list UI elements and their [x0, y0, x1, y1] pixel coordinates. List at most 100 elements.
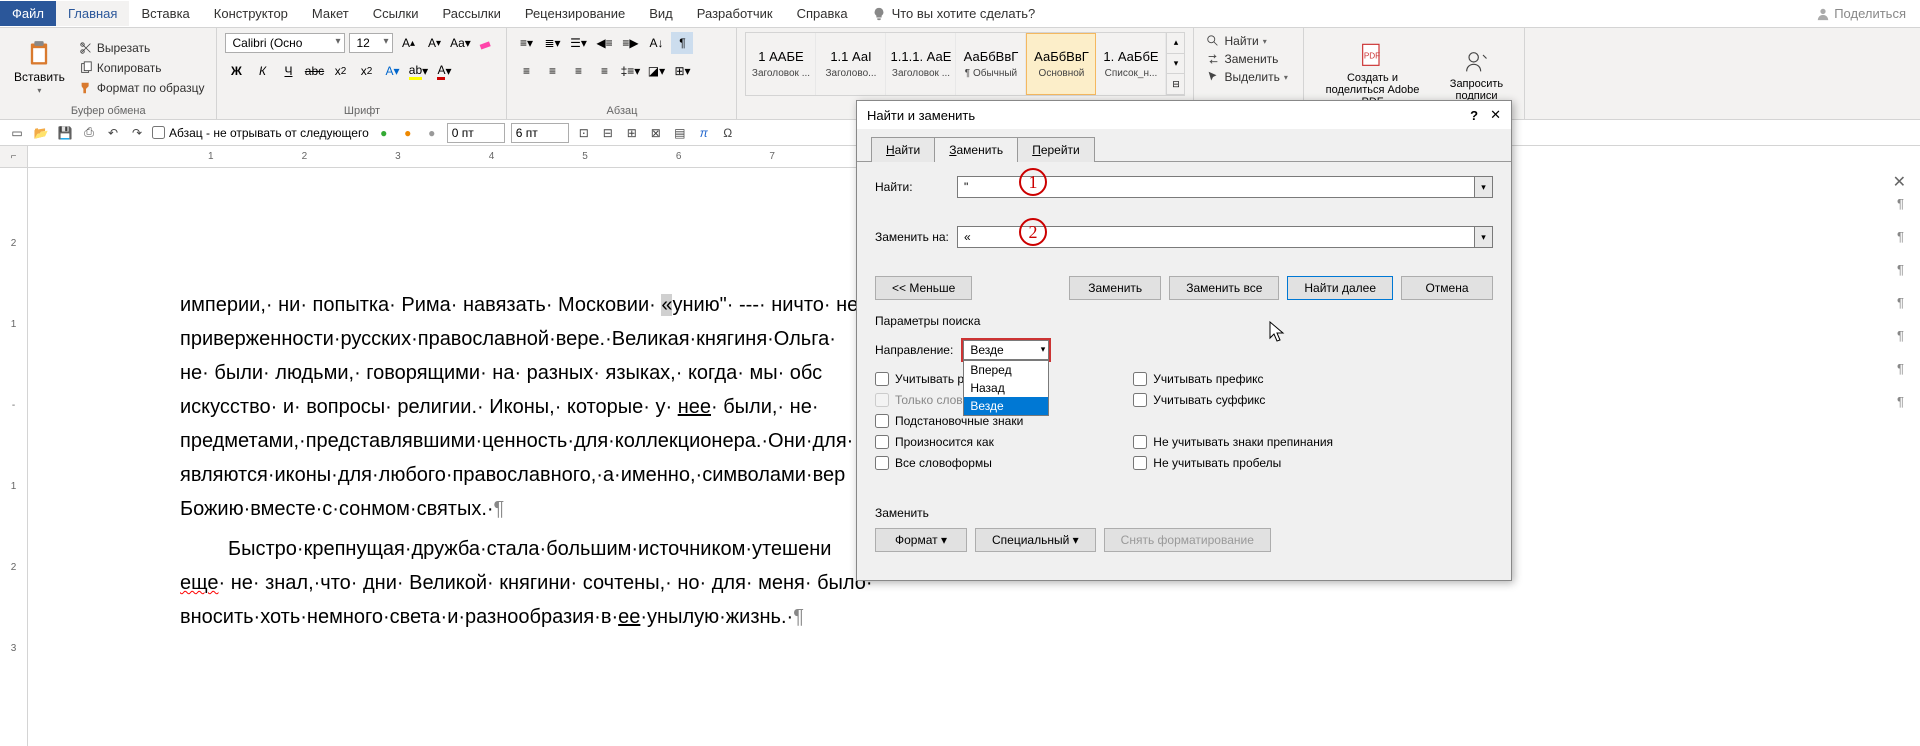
paste-button[interactable]: Вставить ▾ [8, 38, 71, 97]
find-button[interactable]: Найти▾ [1202, 32, 1295, 50]
print-icon[interactable]: ⎙ [80, 124, 98, 142]
tell-me[interactable]: Что вы хотите сделать? [860, 1, 1048, 26]
direction-option-back[interactable]: Назад [964, 379, 1048, 397]
pi-icon[interactable]: π [695, 124, 713, 142]
tab-view[interactable]: Вид [637, 1, 685, 26]
superscript-button[interactable]: x2 [355, 60, 377, 82]
style-list[interactable]: 1. АаБбЕСписок_н... [1096, 33, 1166, 95]
spacing-before-spin[interactable]: 0 пт [447, 123, 505, 143]
no-formatting-button[interactable]: Снять форматирование [1104, 528, 1271, 552]
tab-developer[interactable]: Разработчик [685, 1, 785, 26]
highlight-button[interactable]: ab▾ [407, 60, 429, 82]
style-heading2[interactable]: 1.1 АаІЗаголово... [816, 33, 886, 95]
new-doc-icon[interactable]: ▭ [8, 124, 26, 142]
direction-combo[interactable]: Везде Вперед Назад Везде [961, 338, 1051, 362]
tab-review[interactable]: Рецензирование [513, 1, 637, 26]
sort-button[interactable]: A↓ [645, 32, 667, 54]
share-button[interactable]: Поделиться [1816, 6, 1906, 21]
keep-with-next-check[interactable]: Абзац - не отрывать от следующего [152, 126, 369, 140]
justify-button[interactable]: ≡ [593, 60, 615, 82]
adobe-create-button[interactable]: PDF Создать и поделиться Adobe PDF [1312, 40, 1432, 110]
font-name-combo[interactable]: Calibri (Осно [225, 33, 345, 53]
match-prefix-check[interactable]: Учитывать префикс [1133, 372, 1333, 386]
tab-design[interactable]: Конструктор [202, 1, 300, 26]
format-painter-button[interactable]: Формат по образцу [75, 79, 209, 97]
tab-mailings[interactable]: Рассылки [430, 1, 512, 26]
increase-indent-button[interactable]: ≡▶ [619, 32, 641, 54]
misc-icon-3[interactable]: ⊞ [623, 124, 641, 142]
italic-button[interactable]: К [251, 60, 273, 82]
undo-icon[interactable]: ↶ [104, 124, 122, 142]
tab-find[interactable]: Найти [871, 137, 935, 162]
strikethrough-button[interactable]: abc [303, 60, 325, 82]
text-effects-button[interactable]: A▾ [381, 60, 403, 82]
find-input[interactable] [957, 176, 1475, 198]
tab-insert[interactable]: Вставка [129, 1, 201, 26]
select-button[interactable]: Выделить▾ [1202, 68, 1295, 86]
replace-history-button[interactable]: ▾ [1475, 226, 1493, 248]
help-icon[interactable]: ? [1470, 108, 1478, 123]
copy-button[interactable]: Копировать [75, 59, 209, 77]
circle-green-icon[interactable]: ● [375, 124, 393, 142]
redo-icon[interactable]: ↷ [128, 124, 146, 142]
save-icon[interactable]: 💾 [56, 124, 74, 142]
wildcards-check[interactable]: Подстановочные знаки [875, 414, 1023, 428]
tab-goto[interactable]: Перейти [1017, 137, 1095, 162]
adobe-sign-button[interactable]: Запросить подписи [1436, 46, 1516, 104]
word-forms-check[interactable]: Все словоформы [875, 456, 1023, 470]
tab-home[interactable]: Главная [56, 1, 129, 26]
style-heading3[interactable]: 1.1.1. АаЕЗаголовок ... [886, 33, 956, 95]
sounds-like-check[interactable]: Произносится как [875, 435, 1023, 449]
font-color-button[interactable]: A▾ [433, 60, 455, 82]
ignore-punct-check[interactable]: Не учитывать знаки препинания [1133, 435, 1333, 449]
borders-button[interactable]: ⊞▾ [671, 60, 693, 82]
underline-button[interactable]: Ч [277, 60, 299, 82]
circle-orange-icon[interactable]: ● [399, 124, 417, 142]
style-body[interactable]: АаБбВвГОсновной [1026, 33, 1096, 95]
grow-font-button[interactable]: A▴ [397, 32, 419, 54]
format-button[interactable]: Формат ▾ [875, 528, 967, 552]
show-marks-button[interactable]: ¶ [671, 32, 693, 54]
close-pane-icon[interactable]: ✕ [1893, 172, 1906, 192]
numbering-button[interactable]: ≣▾ [541, 32, 563, 54]
find-history-button[interactable]: ▾ [1475, 176, 1493, 198]
align-right-button[interactable]: ≡ [567, 60, 589, 82]
horizontal-ruler[interactable]: 123456789 [28, 146, 962, 168]
special-button[interactable]: Специальный ▾ [975, 528, 1096, 552]
shading-button[interactable]: ◪▾ [645, 60, 667, 82]
cancel-button[interactable]: Отмена [1401, 276, 1493, 300]
multilevel-button[interactable]: ☰▾ [567, 32, 589, 54]
direction-option-all[interactable]: Везде [964, 397, 1048, 415]
tab-help[interactable]: Справка [785, 1, 860, 26]
replace-input[interactable] [957, 226, 1475, 248]
tab-layout[interactable]: Макет [300, 1, 361, 26]
spacing-after-spin[interactable]: 6 пт [511, 123, 569, 143]
match-suffix-check[interactable]: Учитывать суффикс [1133, 393, 1333, 407]
clear-format-button[interactable] [475, 32, 497, 54]
open-icon[interactable]: 📂 [32, 124, 50, 142]
circle-gray-icon[interactable]: ● [423, 124, 441, 142]
misc-icon-4[interactable]: ⊠ [647, 124, 665, 142]
misc-icon-2[interactable]: ⊟ [599, 124, 617, 142]
ignore-space-check[interactable]: Не учитывать пробелы [1133, 456, 1333, 470]
style-heading1[interactable]: 1 ААБЕЗаголовок ... [746, 33, 816, 95]
subscript-button[interactable]: x2 [329, 60, 351, 82]
less-button[interactable]: << Меньше [875, 276, 972, 300]
tab-references[interactable]: Ссылки [361, 1, 431, 26]
replace-one-button[interactable]: Заменить [1069, 276, 1161, 300]
replace-all-button[interactable]: Заменить все [1169, 276, 1279, 300]
font-size-combo[interactable]: 12 [349, 33, 393, 53]
styles-gallery[interactable]: 1 ААБЕЗаголовок ... 1.1 АаІЗаголово... 1… [745, 32, 1185, 96]
bold-button[interactable]: Ж [225, 60, 247, 82]
tab-replace[interactable]: Заменить [934, 137, 1018, 162]
find-next-button[interactable]: Найти далее [1287, 276, 1393, 300]
direction-option-forward[interactable]: Вперед [964, 361, 1048, 379]
replace-button[interactable]: Заменить [1202, 50, 1295, 68]
style-normal[interactable]: АаБбВвГ¶ Обычный [956, 33, 1026, 95]
line-spacing-button[interactable]: ‡≡▾ [619, 60, 641, 82]
shrink-font-button[interactable]: A▾ [423, 32, 445, 54]
align-left-button[interactable]: ≡ [515, 60, 537, 82]
gallery-scroll[interactable]: ▴▾⊟ [1166, 33, 1184, 95]
cut-button[interactable]: Вырезать [75, 39, 209, 57]
misc-icon-5[interactable]: ▤ [671, 124, 689, 142]
